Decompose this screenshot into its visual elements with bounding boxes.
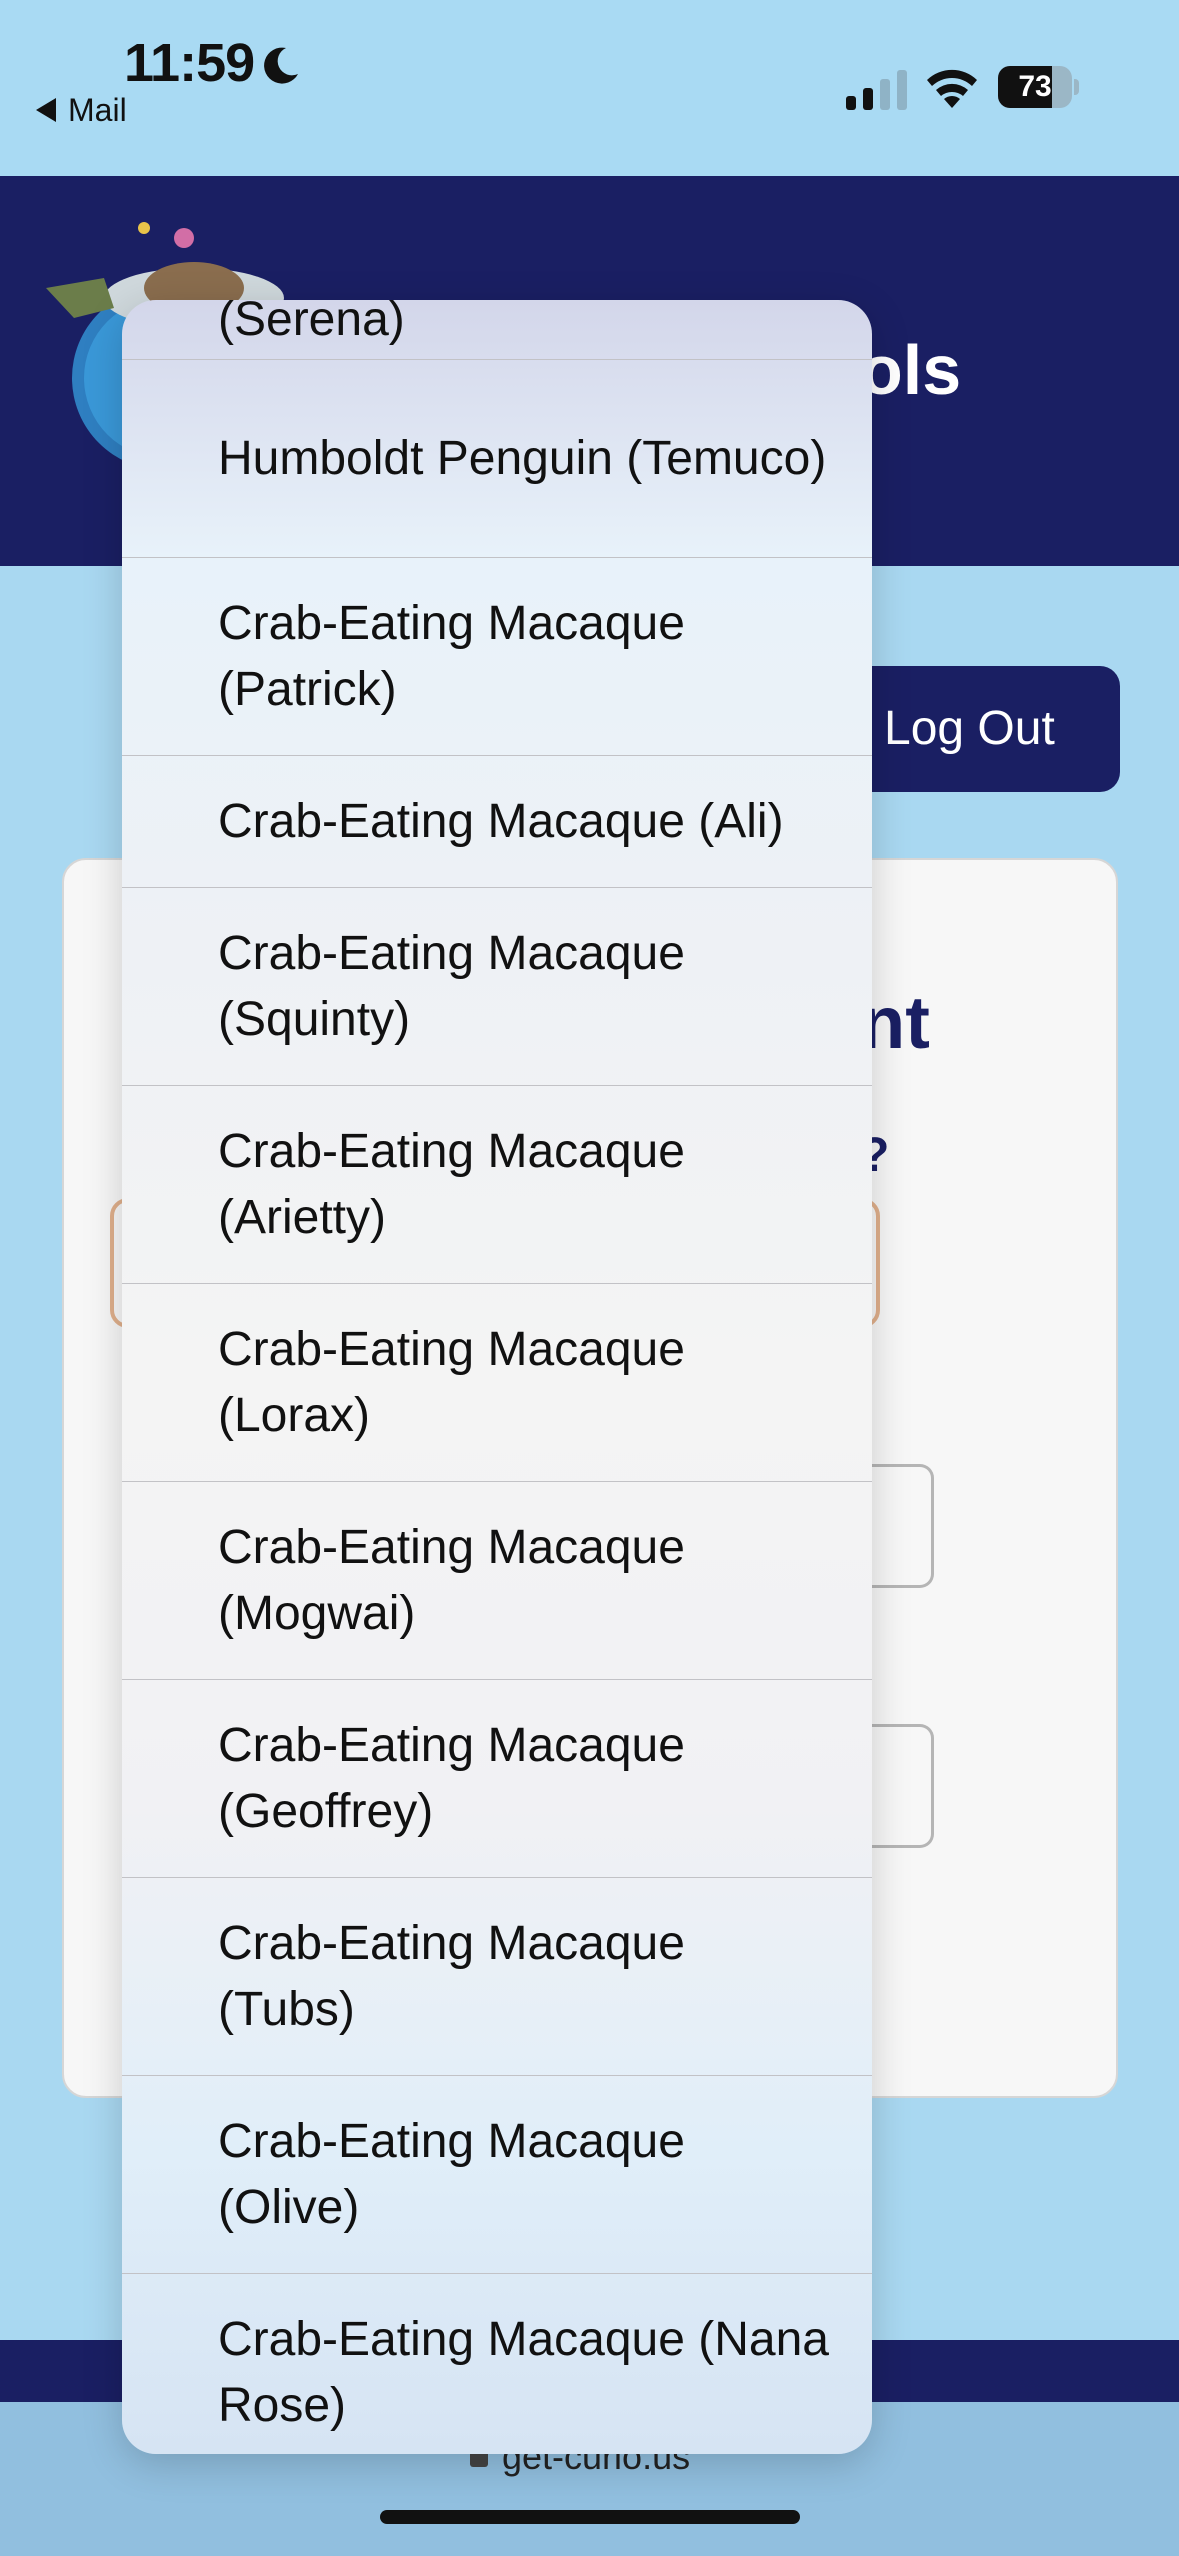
back-label: Mail [68, 92, 127, 128]
battery-level: 73 [1018, 70, 1052, 103]
picker-option[interactable]: Crab-Eating Macaque (Geoffrey) [122, 1680, 872, 1878]
back-to-mail-link[interactable]: Mail [36, 92, 127, 129]
picker-list[interactable]: (Serena) Humboldt Penguin (Temuco) Crab-… [122, 300, 872, 2454]
picker-option[interactable]: Crab-Eating Macaque (Patrick) [122, 558, 872, 756]
picker-option[interactable]: Humboldt Penguin (Temuco) [122, 360, 872, 558]
picker-option[interactable]: Crab-Eating Macaque (Olive) [122, 2076, 872, 2274]
picker-option[interactable]: Crab-Eating Macaque (Lorax) [122, 1284, 872, 1482]
status-time: 11:59 [124, 33, 255, 93]
picker-option[interactable]: Crab-Eating Macaque (Ali) [122, 756, 872, 888]
battery-icon: 73 [998, 66, 1079, 108]
select-picker-dropdown[interactable]: (Serena) Humboldt Penguin (Temuco) Crab-… [122, 300, 872, 2454]
status-bar: 11:59 Mail 73 [0, 0, 1179, 176]
wifi-icon [927, 69, 977, 108]
picker-option[interactable]: Crab-Eating Macaque (Mogwai) [122, 1482, 872, 1680]
picker-option[interactable]: (Serena) [122, 300, 872, 360]
picker-option[interactable]: Crab-Eating Macaque (Tubs) [122, 1878, 872, 2076]
back-arrow-icon [36, 97, 56, 122]
site-title: ols [860, 331, 962, 409]
picker-option[interactable]: Crab-Eating Macaque (Arietty) [122, 1086, 872, 1284]
home-indicator[interactable] [380, 2510, 800, 2524]
moon-icon [264, 47, 298, 84]
picker-option[interactable]: Crab-Eating Macaque (Nana Rose) [122, 2274, 872, 2454]
cellular-signal-icon [846, 70, 907, 110]
picker-option[interactable]: Crab-Eating Macaque (Squinty) [122, 888, 872, 1086]
